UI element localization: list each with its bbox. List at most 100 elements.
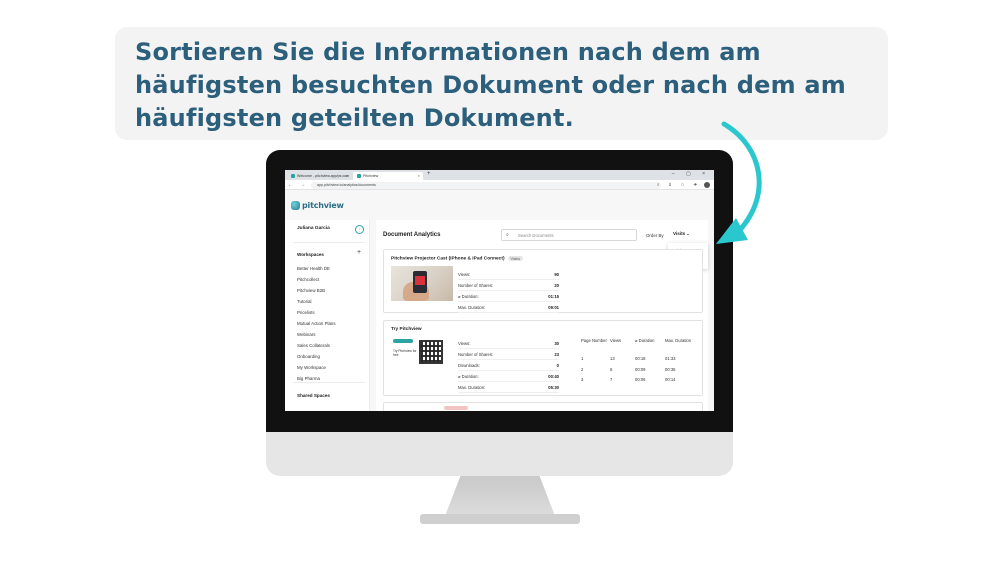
stat-row: Number of Shares: 23: [458, 349, 559, 360]
headline-text: Sortieren Sie die Informationen nach dem…: [135, 36, 868, 135]
stat-value: 05:30: [548, 385, 559, 390]
stat-value: 90: [554, 272, 559, 277]
address-url: app.pitchview.io/analytics/documents: [317, 183, 376, 187]
phone-screen-image: [415, 276, 425, 285]
page-table: Page Number Views ⌀ Duration Max. Durati…: [581, 337, 701, 386]
table-cell: 13: [610, 356, 615, 361]
sidebar-item-workspace[interactable]: Tutorial: [297, 296, 336, 307]
document-type-badge: Video: [507, 256, 524, 261]
table-row: 1 13 00:18 01:33: [581, 354, 701, 365]
table-cell: 01:33: [665, 356, 676, 361]
document-thumbnail[interactable]: Try Pitchview for free: [391, 338, 445, 369]
sidebar-item-workspace[interactable]: Mutual Action Plans: [297, 318, 336, 329]
sidebar-item-workspace[interactable]: Pricelists: [297, 307, 336, 318]
column-header: Views: [610, 338, 622, 343]
table-cell: 00:18: [635, 356, 646, 361]
address-bar[interactable]: app.pitchview.io/analytics/documents: [311, 181, 661, 189]
favicon-icon: [291, 174, 295, 179]
close-tab-icon[interactable]: ×: [346, 173, 348, 178]
stat-value: 09:01: [548, 305, 559, 310]
stat-row: Downloads: 0: [458, 360, 559, 371]
order-by-label: Order By: [646, 233, 664, 238]
profile-avatar-icon[interactable]: [704, 182, 710, 188]
headline-line-3: häufigsten geteilten Dokument.: [135, 104, 574, 132]
headline-bubble: Sortieren Sie die Informationen nach dem…: [115, 27, 888, 140]
table-cell: 00:06: [635, 377, 646, 382]
new-tab-icon[interactable]: +: [427, 171, 431, 177]
workspace-list: Better Health DE Pitchcollect Pitchview …: [297, 263, 336, 384]
shared-spaces-heading[interactable]: Shared Spaces: [297, 393, 330, 398]
browser-tab-pitchview[interactable]: Pitchview ×: [353, 172, 423, 180]
document-title-text: Pitchview Projector Cast (iPhone & iPad …: [391, 256, 505, 262]
document-stats: Views: 90 Number of Shares: 20 ⌀ Duration:…: [458, 269, 559, 313]
browser-toolbar: ← → ↻ app.pitchview.io/analytics/documen…: [285, 180, 714, 190]
stat-label: Max. Duration:: [458, 305, 486, 310]
stat-value: 00:40: [548, 374, 559, 379]
sidebar-item-workspace[interactable]: My Workspace: [297, 362, 336, 373]
document-title: Pitchview Projector Cast (iPhone & iPad …: [391, 256, 524, 262]
close-tab-icon[interactable]: ×: [418, 173, 420, 178]
stat-value: 0: [556, 363, 559, 368]
stat-label: Max. Duration:: [458, 385, 486, 390]
headline-line-2: häufigsten besuchten Dokument oder nach …: [135, 71, 846, 99]
tab-label: Welcome - pitchview.app/ps.com: [297, 174, 350, 178]
stat-row: ⌀ Duration: 00:40: [458, 371, 559, 382]
sidebar-divider: [293, 382, 365, 383]
add-workspace-icon[interactable]: +: [357, 249, 361, 256]
table-cell: 00:14: [665, 377, 676, 382]
stat-label: Views:: [458, 341, 471, 346]
sidebar-item-workspace[interactable]: Better Health DE: [297, 263, 336, 274]
table-row: 3 7 00:06 00:14: [581, 375, 701, 386]
order-by-value: Visits: [673, 231, 686, 236]
table-cell: 6: [610, 366, 613, 372]
chevron-down-icon: ⌄: [686, 231, 690, 236]
stat-value: 23: [554, 352, 559, 357]
document-thumbnail[interactable]: [391, 266, 453, 301]
stat-label: ⌀ Duration:: [458, 294, 479, 299]
search-box[interactable]: ⌕: [501, 229, 637, 241]
document-card[interactable]: [383, 402, 703, 411]
stat-row: Views: 30: [458, 338, 559, 349]
table-cell: 00:35: [665, 366, 676, 372]
stat-value: 01:15: [548, 294, 559, 299]
sidebar-item-workspace[interactable]: Onboarding: [297, 351, 336, 362]
document-card[interactable]: Try Pitchview Try Pitchview for free Vie…: [383, 320, 703, 396]
stat-row: Views: 90: [458, 269, 559, 280]
order-by-select[interactable]: Visits⌄: [673, 231, 690, 236]
stage: Sortieren Sie die Informationen nach dem…: [0, 0, 1000, 563]
favicon-icon: [357, 174, 361, 179]
stat-label: Views:: [458, 272, 471, 277]
sidebar-item-workspace[interactable]: Pitchcollect: [297, 274, 336, 285]
table-cell: 2: [581, 366, 584, 372]
stat-value: 20: [554, 283, 559, 288]
sidebar-item-workspace[interactable]: Sales Collaterals: [297, 340, 336, 351]
search-input[interactable]: [518, 231, 634, 240]
document-card[interactable]: Pitchview Projector Cast (iPhone & iPad …: [383, 249, 703, 313]
sidebar-item-workspace[interactable]: Webinars: [297, 329, 336, 340]
page-table-header: Page Number Views ⌀ Duration Max. Durati…: [581, 337, 701, 354]
workspaces-heading: Workspaces: [297, 252, 324, 257]
stat-row: Max. Duration: 09:01: [458, 302, 559, 313]
user-name: Juliana Garcia: [297, 226, 330, 231]
stat-value: 30: [554, 341, 559, 346]
sidebar-divider: [293, 242, 365, 243]
table-cell: 7: [610, 377, 613, 382]
page-title: Document Analytics: [383, 232, 441, 238]
stat-label: ⌀ Duration:: [458, 374, 479, 379]
sidebar-item-workspace[interactable]: Pitchview B2B: [297, 285, 336, 296]
stat-row: Number of Shares: 20: [458, 280, 559, 291]
stat-label: Downloads:: [458, 363, 480, 368]
table-cell: 3: [581, 377, 584, 382]
table-cell: 00:09: [635, 366, 646, 372]
stat-row: Max. Duration: 05:30: [458, 382, 559, 393]
browser-tab-bar: Welcome - pitchview.app/ps.com × Pitchvi…: [285, 170, 714, 180]
logo-text: pitchview: [302, 201, 344, 210]
document-stats: Views: 30 Number of Shares: 23 Downloads: 0…: [458, 338, 559, 393]
browser-tab-welcome[interactable]: Welcome - pitchview.app/ps.com ×: [287, 172, 351, 180]
user-menu-icon[interactable]: ⋮: [355, 225, 364, 234]
stat-row: ⌀ Duration: 01:15: [458, 291, 559, 302]
window-controls[interactable]: ‒ ▢ ×: [672, 171, 710, 177]
thumbnail-caption: Try Pitchview for free: [393, 349, 417, 357]
tab-label: Pitchview: [363, 174, 379, 178]
stat-label: Number of Shares:: [458, 352, 494, 357]
